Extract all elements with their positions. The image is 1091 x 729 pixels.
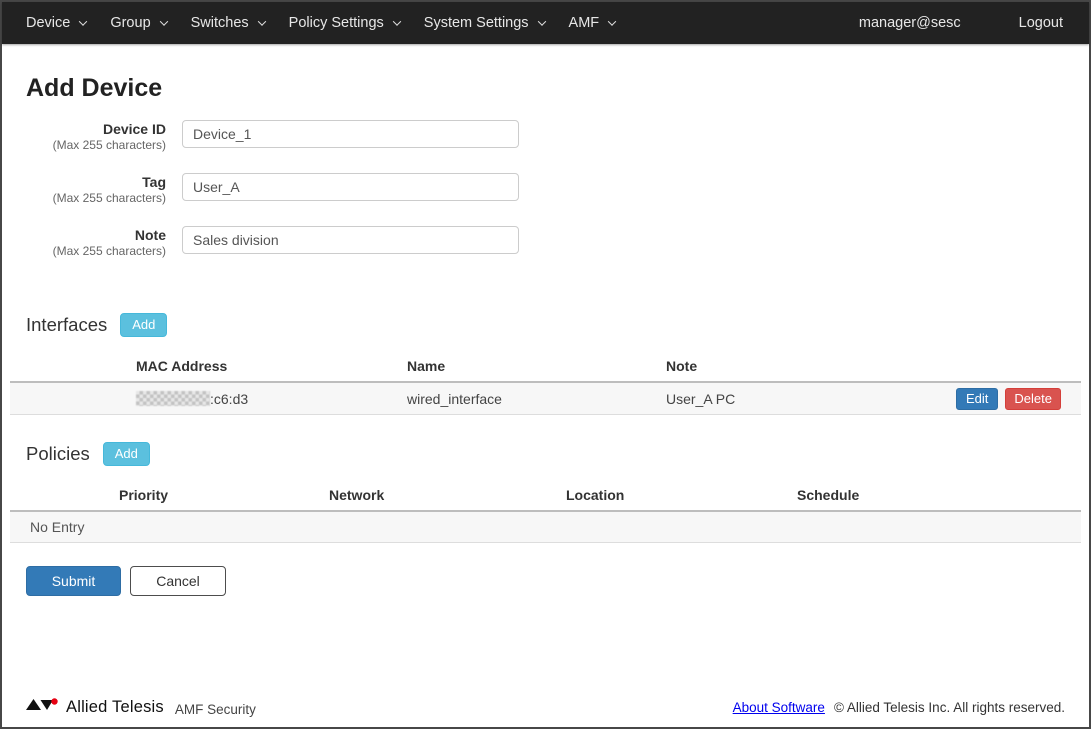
- nav-item-group[interactable]: Group: [98, 2, 178, 44]
- col-schedule: Schedule: [797, 487, 1081, 503]
- nav-item-policy-settings-label: Policy Settings: [289, 15, 384, 31]
- chevron-down-icon: [393, 17, 401, 25]
- chevron-down-icon: [257, 17, 265, 25]
- footer-brand-group: Allied Telesis AMF Security: [26, 696, 256, 718]
- form-actions: Submit Cancel: [26, 566, 1089, 596]
- nav-item-device[interactable]: Device: [14, 2, 98, 44]
- policies-title: Policies: [26, 443, 90, 465]
- note-label: Note: [26, 227, 166, 244]
- mac-redacted-block: [136, 391, 210, 406]
- nav-item-amf-label: AMF: [569, 15, 600, 31]
- nav-item-system-settings-label: System Settings: [424, 15, 529, 31]
- nav-item-amf[interactable]: AMF: [557, 2, 628, 44]
- main-content: Add Device Device ID (Max 255 characters…: [2, 44, 1089, 727]
- tag-label-group: Tag (Max 255 characters): [26, 173, 166, 206]
- user-account[interactable]: manager@sesc: [847, 2, 973, 44]
- note-input[interactable]: [182, 226, 519, 254]
- col-network: Network: [329, 487, 566, 503]
- policies-empty-row: No Entry: [10, 512, 1081, 543]
- device-id-label: Device ID: [26, 121, 166, 138]
- col-location: Location: [566, 487, 797, 503]
- form-row-note: Note (Max 255 characters): [26, 226, 1089, 259]
- interface-name-cell: wired_interface: [407, 391, 666, 407]
- col-mac-address: MAC Address: [136, 358, 407, 374]
- top-navbar: Device Group Switches Policy Settings Sy…: [2, 2, 1089, 44]
- chevron-down-icon: [537, 17, 545, 25]
- note-hint: (Max 255 characters): [26, 244, 166, 259]
- col-priority: Priority: [119, 487, 329, 503]
- col-note: Note: [666, 358, 1061, 374]
- interfaces-section-header: Interfaces Add: [26, 313, 1089, 337]
- mac-suffix: :c6:d3: [210, 391, 248, 407]
- about-software-link[interactable]: About Software: [733, 700, 825, 715]
- logout-button[interactable]: Logout: [1007, 2, 1075, 44]
- page-footer: Allied Telesis AMF Security About Softwa…: [2, 696, 1089, 727]
- tag-input[interactable]: [182, 173, 519, 201]
- mac-address-cell: :c6:d3: [136, 391, 407, 407]
- tag-label: Tag: [26, 174, 166, 191]
- copyright-text: © Allied Telesis Inc. All rights reserve…: [834, 700, 1065, 715]
- nav-item-system-settings[interactable]: System Settings: [412, 2, 557, 44]
- cancel-button[interactable]: Cancel: [130, 566, 226, 596]
- interfaces-table: MAC Address Name Note :c6:d3 wired_inter…: [10, 350, 1081, 415]
- note-label-group: Note (Max 255 characters): [26, 226, 166, 259]
- policies-table: Priority Network Location Schedule No En…: [10, 479, 1081, 543]
- brand-name: Allied Telesis: [66, 698, 164, 717]
- interfaces-table-header: MAC Address Name Note: [10, 350, 1081, 383]
- device-id-label-group: Device ID (Max 255 characters): [26, 120, 166, 153]
- policies-section-header: Policies Add: [26, 442, 1089, 466]
- device-id-hint: (Max 255 characters): [26, 138, 166, 153]
- edit-button[interactable]: Edit: [956, 388, 998, 410]
- interfaces-add-button[interactable]: Add: [120, 313, 167, 337]
- page-title: Add Device: [26, 74, 1089, 103]
- nav-item-device-label: Device: [26, 15, 70, 31]
- footer-legal-group: About Software © Allied Telesis Inc. All…: [733, 700, 1065, 715]
- nav-item-group-label: Group: [110, 15, 150, 31]
- policies-add-button[interactable]: Add: [103, 442, 150, 466]
- col-name: Name: [407, 358, 666, 374]
- nav-item-policy-settings[interactable]: Policy Settings: [277, 2, 412, 44]
- form-row-device-id: Device ID (Max 255 characters): [26, 120, 1089, 153]
- chevron-down-icon: [79, 17, 87, 25]
- tag-hint: (Max 255 characters): [26, 191, 166, 206]
- no-entry-text: No Entry: [30, 519, 84, 535]
- nav-item-switches[interactable]: Switches: [179, 2, 277, 44]
- chevron-down-icon: [608, 17, 616, 25]
- interface-table-row: :c6:d3 wired_interface User_A PC Edit De…: [10, 383, 1081, 415]
- interface-note-cell: User_A PC: [666, 391, 956, 407]
- nav-menu: Device Group Switches Policy Settings Sy…: [14, 2, 627, 44]
- allied-telesis-logo-icon: [26, 696, 59, 718]
- delete-button[interactable]: Delete: [1005, 388, 1061, 410]
- device-id-input[interactable]: [182, 120, 519, 148]
- submit-button[interactable]: Submit: [26, 566, 121, 596]
- policies-table-header: Priority Network Location Schedule: [10, 479, 1081, 512]
- nav-item-switches-label: Switches: [191, 15, 249, 31]
- product-name: AMF Security: [175, 702, 256, 717]
- form-row-tag: Tag (Max 255 characters): [26, 173, 1089, 206]
- chevron-down-icon: [159, 17, 167, 25]
- nav-right: manager@sesc Logout: [847, 2, 1075, 44]
- interfaces-title: Interfaces: [26, 314, 107, 336]
